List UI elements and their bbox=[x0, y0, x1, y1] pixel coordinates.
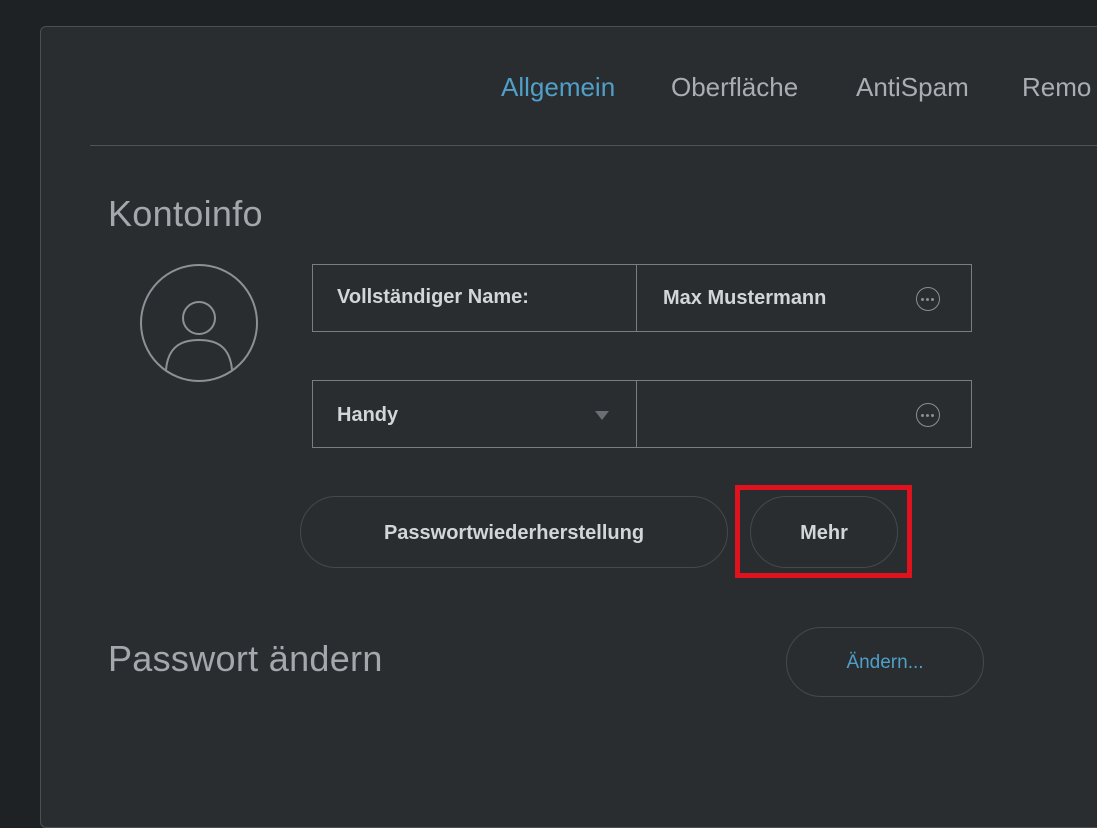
tab-antispam[interactable]: AntiSpam bbox=[856, 72, 969, 103]
full-name-label: Vollständiger Name: bbox=[337, 286, 529, 308]
highlight-box bbox=[735, 485, 912, 578]
full-name-value[interactable]: Max Mustermann bbox=[663, 287, 826, 310]
more-circle-icon[interactable] bbox=[916, 287, 940, 311]
tabs-divider bbox=[90, 145, 1097, 146]
change-password-button[interactable]: Ändern... bbox=[786, 627, 984, 697]
settings-tabs: Allgemein Oberfläche AntiSpam Remo bbox=[0, 72, 1097, 108]
field-divider bbox=[636, 381, 637, 447]
password-recovery-button[interactable]: Passwortwiederherstellung bbox=[300, 496, 728, 568]
tab-remote[interactable]: Remo bbox=[1022, 72, 1091, 103]
user-avatar-icon bbox=[140, 264, 258, 382]
tab-oberflaeche[interactable]: Oberfläche bbox=[671, 72, 798, 103]
tab-allgemein[interactable]: Allgemein bbox=[501, 72, 615, 103]
password-change-title: Passwort ändern bbox=[108, 638, 383, 679]
full-name-field: Vollständiger Name: Max Mustermann bbox=[312, 264, 972, 332]
chevron-down-icon[interactable] bbox=[595, 411, 609, 420]
phone-type-select[interactable]: Handy bbox=[337, 404, 398, 427]
phone-field: Handy bbox=[312, 380, 972, 448]
kontoinfo-title: Kontoinfo bbox=[108, 193, 263, 234]
more-circle-icon[interactable] bbox=[916, 403, 940, 427]
field-divider bbox=[636, 265, 637, 331]
